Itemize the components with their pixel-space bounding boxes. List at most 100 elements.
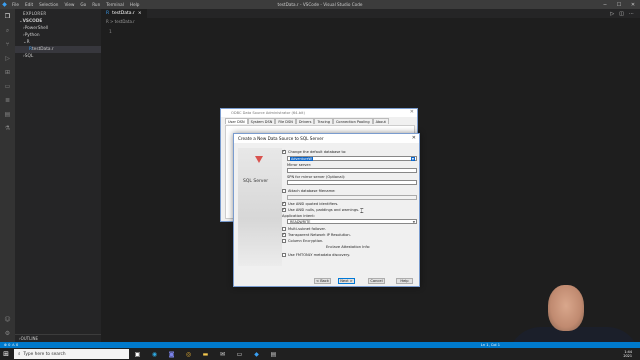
account-icon[interactable]: ☺: [3, 315, 12, 324]
app-intent-select[interactable]: READWRITE ▼: [287, 219, 417, 224]
outline-panel[interactable]: › OUTLINE: [15, 334, 101, 342]
source-control-icon[interactable]: ⑂: [3, 40, 12, 49]
chevron-down-icon: ▼: [412, 219, 415, 224]
default-database-select[interactable]: AdventureW ▼: [287, 156, 417, 161]
column-encryption-checkbox[interactable]: Column Encryption.: [282, 239, 323, 243]
cursor-position[interactable]: Ln 1, Col 1: [481, 343, 500, 347]
breadcrumb[interactable]: R > testData.r: [101, 18, 135, 25]
close-icon[interactable]: ✕: [412, 135, 416, 141]
checkbox-unchecked-icon: [282, 189, 286, 193]
tab-drivers[interactable]: Drivers: [295, 118, 315, 124]
mail-icon[interactable]: ✉: [214, 348, 231, 360]
menu-selection[interactable]: Selection: [36, 2, 61, 7]
back-button[interactable]: < Back: [314, 278, 331, 284]
tree-folder-powershell[interactable]: › PowerShell: [15, 25, 101, 32]
cancel-button[interactable]: Cancel: [368, 278, 385, 284]
menu-file[interactable]: File: [9, 2, 22, 7]
split-editor-icon[interactable]: ◫: [619, 11, 624, 17]
transparent-ip-checkbox[interactable]: ✓ Transparent Network IP Resolution.: [282, 233, 351, 237]
change-default-db-checkbox[interactable]: ✓ Change the default database to:: [282, 150, 346, 154]
presenter-face: [548, 285, 584, 331]
menu-edit[interactable]: Edit: [22, 2, 36, 7]
title-bar: ◆ File Edit Selection View Go Run Termin…: [0, 0, 640, 9]
tab-close-icon[interactable]: ×: [138, 11, 142, 16]
ansi-quoted-checkbox[interactable]: ✓ Use ANSI quoted identifiers.: [282, 202, 338, 206]
checkbox-label: Use ANSI quoted identifiers.: [288, 202, 339, 206]
close-icon[interactable]: ✕: [410, 109, 414, 115]
checkbox-label: Multi-subnet failover.: [288, 227, 326, 231]
tree-item-label: SQL: [24, 54, 34, 59]
system-clock[interactable]: 1:44 2021: [623, 348, 632, 360]
spn-input[interactable]: [287, 180, 417, 185]
checkbox-label: Attach database filename:: [288, 189, 336, 193]
teams-icon[interactable]: ◙: [163, 348, 180, 360]
menu-terminal[interactable]: Terminal: [103, 2, 127, 7]
tree-folder-r[interactable]: ⌄ R: [15, 39, 101, 46]
edge-icon[interactable]: ◉: [146, 348, 163, 360]
remote-explorer-icon[interactable]: ▭: [3, 82, 12, 91]
file-explorer-icon[interactable]: ▬: [197, 348, 214, 360]
mirror-server-input[interactable]: [287, 168, 417, 173]
ansi-nulls-checkbox[interactable]: ✓ Use ANSI nulls, paddings and warnings.: [282, 208, 359, 212]
extensions-icon[interactable]: ⊞: [3, 68, 12, 77]
checkbox-checked-icon: ✓: [282, 201, 286, 206]
tree-section-vscode[interactable]: ⌄ VSCODE: [15, 18, 101, 25]
tree-folder-sql[interactable]: › SQL: [15, 53, 101, 60]
tree-item-label: testData.r: [32, 47, 54, 52]
taskbar-search[interactable]: ⌕ Type here to search: [14, 349, 129, 359]
search-icon[interactable]: ⌕: [3, 26, 12, 35]
task-view-icon[interactable]: ▣: [129, 348, 146, 360]
help-button[interactable]: Help: [396, 278, 413, 284]
more-actions-icon[interactable]: ⋯: [629, 11, 634, 17]
tab-system-dsn[interactable]: System DSN: [247, 118, 276, 124]
next-button[interactable]: Next >: [338, 278, 355, 284]
minimize-icon[interactable]: ─: [598, 0, 612, 9]
tab-about[interactable]: About: [372, 118, 389, 124]
checkbox-label: Use FMTONLY metadata discovery.: [288, 253, 351, 257]
tree-section-label: VSCODE: [22, 19, 43, 24]
settings-gear-icon[interactable]: ⚙: [3, 329, 12, 338]
menu-view[interactable]: View: [61, 2, 77, 7]
run-file-icon[interactable]: ▷: [610, 11, 614, 17]
enclave-label: Enclave Attestation Info:: [326, 245, 371, 249]
checkbox-unchecked-icon: [282, 239, 286, 243]
problems-status[interactable]: ⊗ 0 ⚠ 0: [4, 343, 18, 347]
testing-icon[interactable]: ⚗: [3, 124, 12, 133]
spn-label: SPN for mirror server (Optional):: [287, 175, 346, 179]
tab-file-dsn[interactable]: File DSN: [275, 118, 296, 124]
menu-run[interactable]: Run: [89, 2, 103, 7]
terminal-icon[interactable]: ▭: [231, 348, 248, 360]
checkbox-checked-icon: ✓: [282, 232, 286, 237]
tab-connection-pooling[interactable]: Connection Pooling: [332, 118, 373, 124]
odbc-tabs: User DSN System DSN File DSN Drivers Tra…: [221, 117, 417, 124]
checkbox-checked-icon: ✓: [282, 149, 286, 154]
checkbox-unchecked-icon: [282, 227, 286, 231]
vscode-taskbar-icon[interactable]: ◆: [248, 348, 265, 360]
outline-label: OUTLINE: [20, 336, 39, 341]
vscode-logo-icon: ◆: [2, 1, 7, 8]
menu-go[interactable]: Go: [77, 2, 89, 7]
multi-subnet-checkbox[interactable]: Multi-subnet failover.: [282, 227, 326, 231]
explorer-icon[interactable]: ❐: [3, 12, 12, 21]
tree-folder-python[interactable]: › Python: [15, 32, 101, 39]
checkbox-label: Transparent Network IP Resolution.: [288, 233, 351, 237]
tree-file-testdata[interactable]: R testData.r: [15, 46, 101, 53]
tab-user-dsn[interactable]: User DSN: [225, 118, 248, 124]
checkbox-checked-icon: ✓: [282, 207, 286, 212]
tab-tracing[interactable]: Tracing: [314, 118, 333, 124]
odbc-taskbar-icon[interactable]: ▤: [265, 348, 282, 360]
tab-testdata[interactable]: R testData.r ×: [101, 9, 147, 18]
maximize-icon[interactable]: ☐: [612, 0, 626, 9]
tab-label: testData.r: [112, 11, 135, 16]
editor-tabs: R testData.r × ▷ ◫ ⋯: [101, 9, 640, 18]
close-icon[interactable]: ✕: [626, 0, 640, 9]
attach-db-input[interactable]: [287, 195, 417, 200]
attach-db-checkbox[interactable]: Attach database filename:: [282, 189, 336, 193]
notebook-icon[interactable]: ▤: [3, 110, 12, 119]
menu-help[interactable]: Help: [127, 2, 143, 7]
run-debug-icon[interactable]: ▷: [3, 54, 12, 63]
chrome-icon[interactable]: ◎: [180, 348, 197, 360]
windows-start-icon[interactable]: ⊞: [0, 348, 12, 360]
database-icon[interactable]: ≣: [3, 96, 12, 105]
fmtonly-checkbox[interactable]: Use FMTONLY metadata discovery.: [282, 253, 350, 257]
